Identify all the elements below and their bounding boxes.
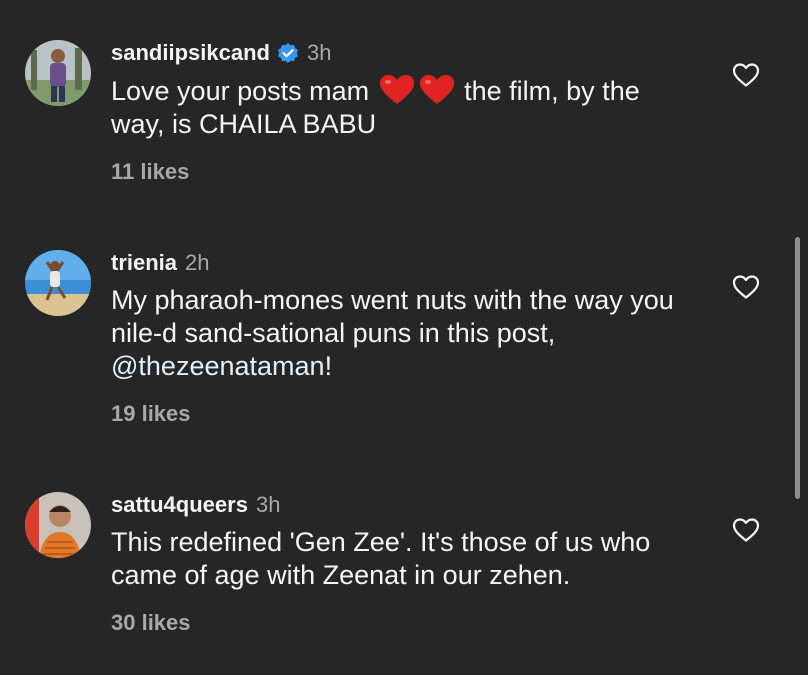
heart-outline-icon[interactable]	[732, 517, 760, 543]
mention-link[interactable]: @thezeenataman	[111, 351, 325, 381]
red-heart-emoji-icon	[419, 74, 455, 106]
comment-text: This redefined 'Gen Zee'. It's those of …	[111, 526, 701, 592]
avatar[interactable]	[25, 492, 91, 558]
red-heart-emoji-icon	[379, 74, 415, 106]
heart-outline-icon[interactable]	[732, 62, 760, 88]
likes-count[interactable]: 11 likes	[111, 159, 711, 185]
avatar[interactable]	[25, 250, 91, 316]
heart-outline-icon[interactable]	[732, 274, 760, 300]
likes-count[interactable]: 30 likes	[111, 610, 711, 636]
username[interactable]: trienia	[111, 250, 177, 276]
comment-time: 2h	[185, 250, 210, 275]
comment-text-part: My pharaoh-mones went nuts with the way …	[111, 285, 674, 348]
verified-badge-icon	[277, 42, 299, 64]
comment-time: 3h	[255, 492, 281, 517]
comment-text: My pharaoh-mones went nuts with the way …	[111, 284, 701, 383]
comment-text-part: Love your posts mam	[111, 76, 370, 106]
comment-text-part: !	[324, 351, 333, 381]
username[interactable]: sandiipsikcand	[111, 40, 270, 66]
username[interactable]: sattu4queers	[111, 492, 248, 518]
comment-text: Love your posts mam the film, by the way…	[111, 74, 671, 141]
comment-text-part: This redefined 'Gen Zee'. It's those of …	[111, 527, 651, 590]
comment-time: 3h	[306, 40, 332, 65]
scrollbar[interactable]	[795, 237, 800, 499]
avatar[interactable]	[25, 40, 91, 106]
likes-count[interactable]: 19 likes	[111, 401, 711, 427]
